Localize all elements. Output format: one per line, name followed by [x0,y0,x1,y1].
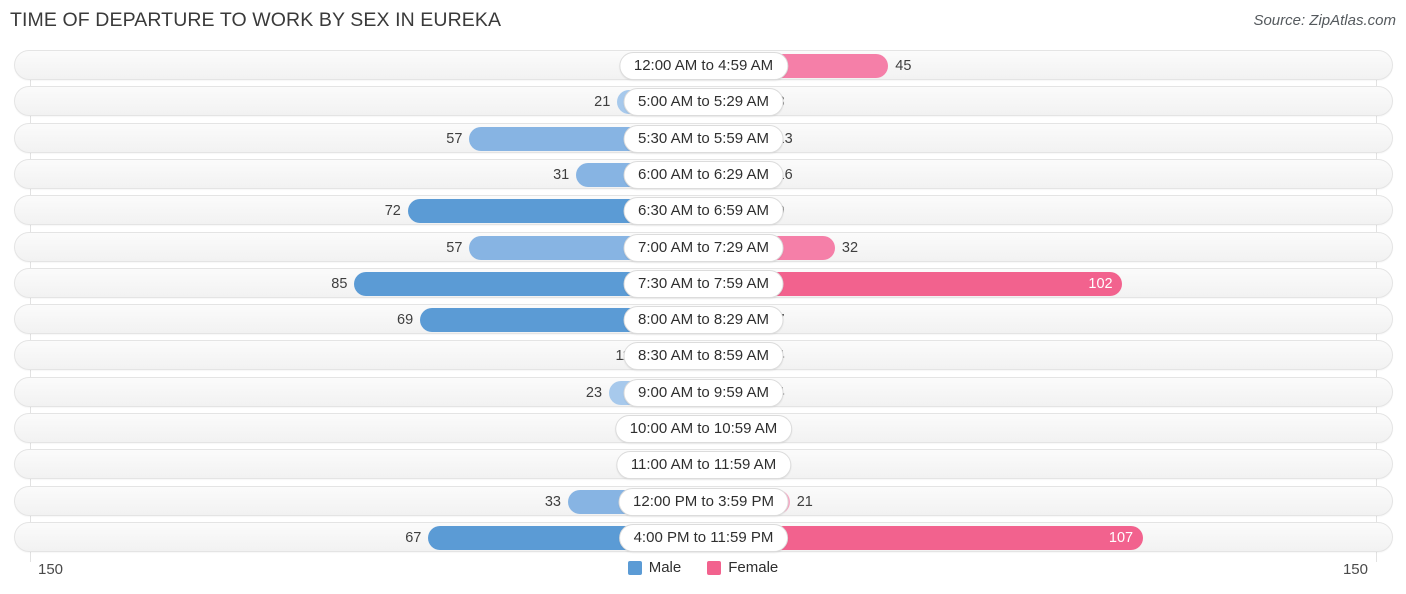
page-title: TIME OF DEPARTURE TO WORK BY SEX IN EURE… [10,9,502,31]
chart-legend: Male Female [0,560,1406,576]
value-label-male: 57 [446,130,463,147]
category-label[interactable]: 4:00 PM to 11:59 PM [618,523,789,552]
value-label-male: 21 [594,94,611,111]
legend-swatch-icon [707,561,722,575]
category-label[interactable]: 11:00 AM to 11:59 AM [615,451,792,480]
legend-item[interactable]: Male [627,559,682,576]
category-label[interactable]: 12:00 PM to 3:59 PM [618,487,789,516]
chart-row[interactable]: 0611:00 AM to 11:59 AM [14,449,1393,480]
chart-row[interactable]: 33 21 12:00 PM to 3:59 PM [14,485,1393,516]
value-label-male: 33 [544,493,561,510]
chart-plot-area: 84512:00 AM to 4:59 AM2185:00 AM to 5:29… [0,44,1406,562]
value-label-male: 57 [446,239,463,256]
legend-label: Male [648,559,682,576]
value-label-male: 23 [585,384,603,401]
chart-row[interactable]: 6978:00 AM to 8:29 AM [14,304,1393,335]
chart-row[interactable]: 57 13 5:30 AM to 5:59 AM [14,122,1393,153]
chart-row[interactable]: 7296:30 AM to 6:59 AM [14,195,1393,226]
legend-item[interactable]: Female [707,560,778,576]
value-label-male: 72 [384,203,401,220]
chart-page: TIME OF DEPARTURE TO WORK BY SEX IN EURE… [0,0,1406,594]
chart-row[interactable]: 31 16 6:00 AM to 6:29 AM [14,158,1393,189]
category-label[interactable]: 8:30 AM to 8:59 AM [623,342,784,371]
chart-row[interactable]: 0410:00 AM to 10:59 AM [14,413,1393,443]
category-label[interactable]: 6:30 AM to 6:59 AM [623,197,784,226]
category-label[interactable]: 8:00 AM to 8:29 AM [623,306,784,335]
category-label[interactable]: 7:30 AM to 7:59 AM [623,269,784,298]
chart-row[interactable]: 67 107 4:00 PM to 11:59 PM [14,521,1393,552]
chart-row[interactable]: 2349:00 AM to 9:59 AM [14,376,1393,407]
category-label[interactable]: 7:00 AM to 7:29 AM [623,233,784,262]
value-label-female: 21 [796,493,813,510]
category-label[interactable]: 12:00 AM to 4:59 AM [618,52,789,80]
value-label-female: 32 [841,239,859,256]
value-label-female: 45 [895,58,912,74]
value-label-male: 31 [553,166,570,183]
category-label[interactable]: 6:00 AM to 6:29 AM [623,160,784,189]
value-label-female: 107 [1108,529,1134,546]
chart-row[interactable]: 84512:00 AM to 4:59 AM [14,50,1393,80]
source-attribution: Source: ZipAtlas.com [1253,12,1396,29]
chart-row[interactable]: 85 102 7:30 AM to 7:59 AM [14,267,1393,298]
chart-row[interactable]: 1148:30 AM to 8:59 AM [14,340,1393,371]
category-label[interactable]: 5:30 AM to 5:59 AM [623,124,784,153]
value-label-male: 69 [397,312,414,329]
value-label-male: 67 [405,529,422,546]
legend-label: Female [728,559,779,576]
category-label[interactable]: 9:00 AM to 9:59 AM [623,378,784,407]
chart-header: TIME OF DEPARTURE TO WORK BY SEX IN EURE… [0,0,1406,44]
category-label[interactable]: 10:00 AM to 10:59 AM [614,415,793,443]
legend-swatch-icon [627,561,642,575]
category-label[interactable]: 5:00 AM to 5:29 AM [623,88,784,117]
value-label-male: 85 [331,275,348,292]
chart-row[interactable]: 57 32 7:00 AM to 7:29 AM [14,231,1393,262]
chart-footer: 150 150 Male Female [0,549,1406,594]
value-label-female: 102 [1088,275,1113,292]
chart-row[interactable]: 2185:00 AM to 5:29 AM [14,86,1393,117]
